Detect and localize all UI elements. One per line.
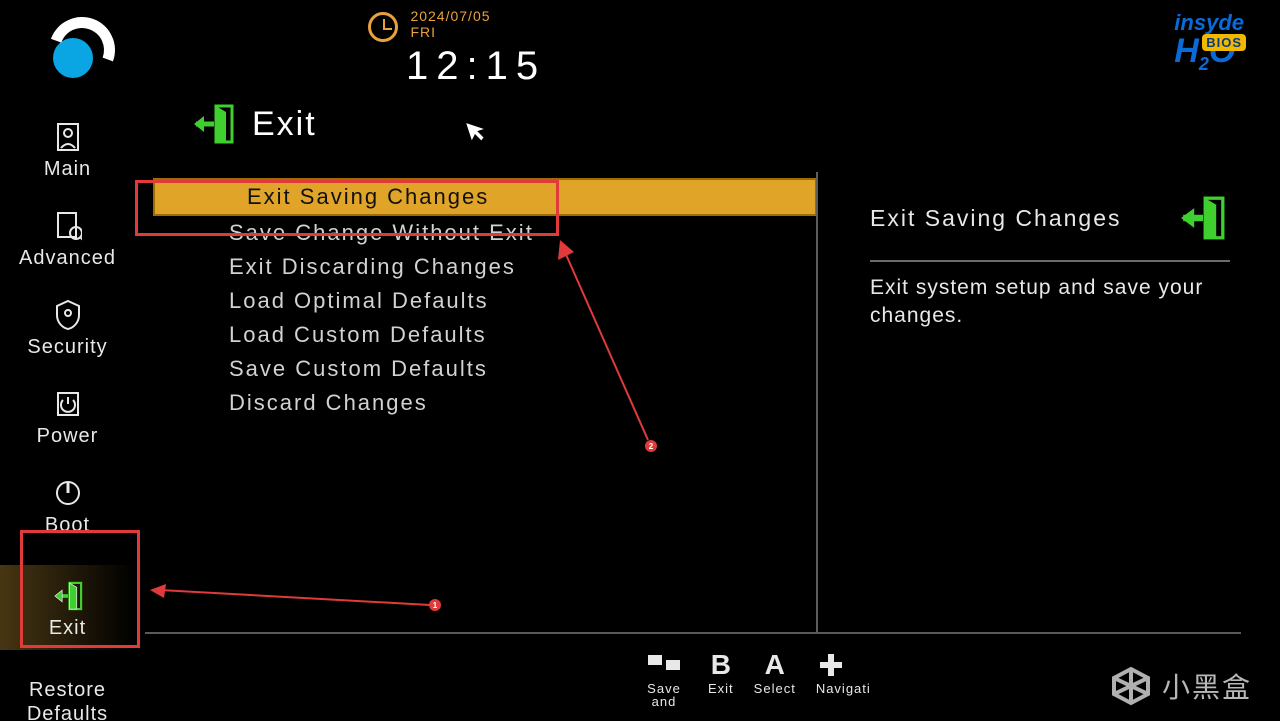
- page-title-text: Exit: [252, 105, 317, 144]
- sidebar-item-power[interactable]: Power: [0, 387, 135, 448]
- sidebar-item-label: Main: [0, 158, 135, 181]
- bios-brand: insyde H2O BIOS: [1174, 10, 1244, 79]
- time-text: 12:15: [406, 44, 546, 89]
- hint-navigate: Navigati: [816, 648, 864, 708]
- sidebar-item-boot[interactable]: Boot: [0, 476, 135, 537]
- sidebar: Main Advanced Security Power Boot: [0, 120, 135, 721]
- help-title: Exit Saving Changes: [870, 205, 1122, 232]
- hint-save: Save and: [640, 648, 688, 708]
- clock-icon: [368, 12, 398, 42]
- sidebar-item-advanced[interactable]: Advanced: [0, 209, 135, 270]
- menu-exit-discarding-changes[interactable]: Exit Discarding Changes: [135, 250, 815, 284]
- b-key-icon: B: [708, 648, 734, 682]
- key-hints: Save and B Exit A Select Navigati: [640, 648, 864, 708]
- sidebar-item-label: Boot: [0, 514, 135, 537]
- a-key-icon: A: [754, 648, 796, 682]
- sidebar-item-label: Power: [0, 425, 135, 448]
- power-icon: [0, 387, 135, 421]
- cursor-icon: [464, 116, 493, 152]
- vertical-divider: [816, 172, 818, 632]
- sidebar-item-main[interactable]: Main: [0, 120, 135, 181]
- exit-menu: Exit Saving Changes Save Change Without …: [135, 178, 815, 420]
- hint-select: A Select: [754, 648, 796, 708]
- menu-load-custom-defaults[interactable]: Load Custom Defaults: [135, 318, 815, 352]
- watermark: 小黑盒: [1110, 665, 1252, 707]
- menu-save-custom-defaults[interactable]: Save Custom Defaults: [135, 352, 815, 386]
- help-body: Exit system setup and save your changes.: [870, 274, 1230, 330]
- menu-exit-saving-changes[interactable]: Exit Saving Changes: [153, 178, 817, 216]
- exit-icon: [1176, 196, 1230, 240]
- menu-load-optimal-defaults[interactable]: Load Optimal Defaults: [135, 284, 815, 318]
- date-text: 2024/07/05: [410, 8, 490, 24]
- exit-icon: [192, 104, 236, 144]
- sidebar-item-security[interactable]: Security: [0, 298, 135, 359]
- sidebar-item-restore-defaults[interactable]: RestoreDefaults: [0, 678, 135, 721]
- main-icon: [0, 120, 135, 154]
- exit-icon: [0, 579, 135, 613]
- security-icon: [0, 298, 135, 332]
- sidebar-item-exit[interactable]: Exit: [0, 565, 135, 650]
- help-panel: Exit Saving Changes Exit system setup an…: [870, 196, 1230, 330]
- sidebar-item-label: Advanced: [0, 247, 135, 270]
- dpad-icon: [816, 648, 846, 682]
- sidebar-item-label: Security: [0, 336, 135, 359]
- svg-text:2: 2: [649, 442, 654, 451]
- bios-badge: BIOS: [1202, 34, 1246, 51]
- advanced-icon: [0, 209, 135, 243]
- sidebar-item-label: Exit: [0, 617, 135, 640]
- watermark-text: 小黑盒: [1162, 666, 1252, 706]
- watermark-logo-icon: [1110, 665, 1152, 707]
- day-text: FRI: [410, 24, 436, 40]
- svg-text:1: 1: [433, 601, 438, 610]
- vendor-logo: [35, 14, 115, 88]
- save-icon: [640, 648, 688, 682]
- boot-icon: [0, 476, 135, 510]
- separator: [145, 632, 1241, 634]
- menu-save-change-without-exit[interactable]: Save Change Without Exit: [135, 216, 815, 250]
- hint-exit: B Exit: [708, 648, 734, 708]
- page-title: Exit: [192, 104, 317, 144]
- clock-widget: 2024/07/05 FRI 12:15: [368, 8, 491, 42]
- menu-discard-changes[interactable]: Discard Changes: [135, 386, 815, 420]
